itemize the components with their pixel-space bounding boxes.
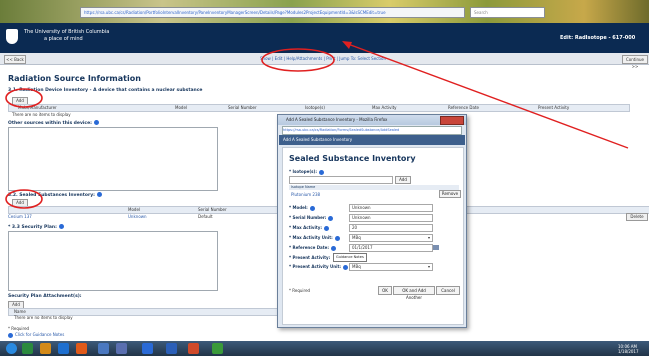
annotation-circle-add-sealed <box>5 189 43 209</box>
annotation-circle-add-device <box>5 88 43 108</box>
outlook-icon[interactable] <box>142 343 153 354</box>
annotation-overlay <box>5 41 629 209</box>
word-icon[interactable] <box>166 343 177 354</box>
firefox-icon[interactable] <box>188 343 199 354</box>
start-icon[interactable] <box>6 343 17 354</box>
explorer-icon[interactable] <box>40 343 51 354</box>
app-icon[interactable] <box>212 343 223 354</box>
annotation-circle-links <box>261 48 335 72</box>
annotation-arrow <box>347 43 629 149</box>
excel-icon[interactable] <box>22 343 33 354</box>
taskbar-clock: 10:06 AM 1/18/2017 <box>618 344 639 354</box>
media-icon[interactable] <box>76 343 87 354</box>
annotation-arrowhead <box>342 41 352 49</box>
ie-icon[interactable] <box>58 343 69 354</box>
app-icon[interactable] <box>116 343 127 354</box>
app-icon[interactable] <box>98 343 109 354</box>
